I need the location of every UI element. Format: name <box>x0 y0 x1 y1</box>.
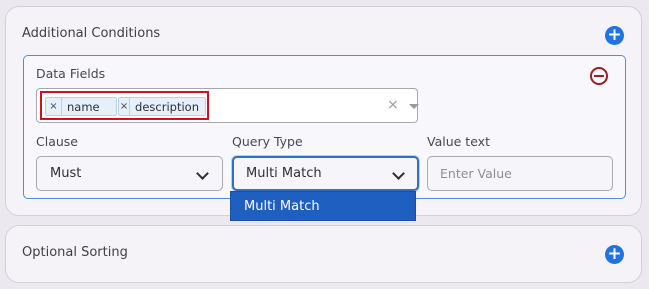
optional-sorting-title: Optional Sorting <box>22 245 128 260</box>
optional-sorting-panel[interactable]: Optional Sorting + <box>5 225 642 283</box>
chip-description: × description <box>118 97 206 116</box>
clear-all-icon[interactable]: × <box>387 97 399 113</box>
add-sorting-button[interactable]: + <box>605 245 624 264</box>
condition-card: Data Fields × name × description × Claus… <box>23 55 626 199</box>
chip-remove-icon[interactable]: × <box>46 98 62 115</box>
query-type-label: Query Type <box>232 134 303 149</box>
query-type-select[interactable]: Multi Match <box>232 156 419 191</box>
data-fields-multiselect[interactable]: × name × description × <box>36 88 419 123</box>
clause-select[interactable]: Must <box>36 156 223 191</box>
additional-conditions-title: Additional Conditions <box>22 26 161 41</box>
clause-value: Must <box>50 166 82 181</box>
chevron-down-icon <box>392 167 405 180</box>
chip-label: name <box>67 99 100 114</box>
plus-icon: + <box>607 244 622 264</box>
query-type-option-multi-match[interactable]: Multi Match <box>230 191 416 221</box>
value-text-label: Value text <box>427 134 490 149</box>
chip-remove-icon[interactable]: × <box>119 98 131 115</box>
clause-label: Clause <box>36 134 78 149</box>
chevron-down-icon <box>196 167 209 180</box>
chip-label: description <box>135 99 199 114</box>
remove-condition-button[interactable] <box>590 67 608 85</box>
value-placeholder: Enter Value <box>440 166 512 181</box>
value-text-input[interactable]: Enter Value <box>427 156 613 191</box>
minus-icon <box>594 75 604 77</box>
plus-icon: + <box>607 25 622 45</box>
caret-down-icon[interactable] <box>409 104 419 109</box>
selected-chips-highlight: × name × description <box>40 91 209 120</box>
query-type-value: Multi Match <box>246 166 322 181</box>
additional-conditions-panel: Additional Conditions + Data Fields × na… <box>5 6 642 216</box>
chip-name: × name <box>45 97 117 116</box>
add-condition-button[interactable]: + <box>605 26 624 45</box>
data-fields-label: Data Fields <box>36 66 106 81</box>
